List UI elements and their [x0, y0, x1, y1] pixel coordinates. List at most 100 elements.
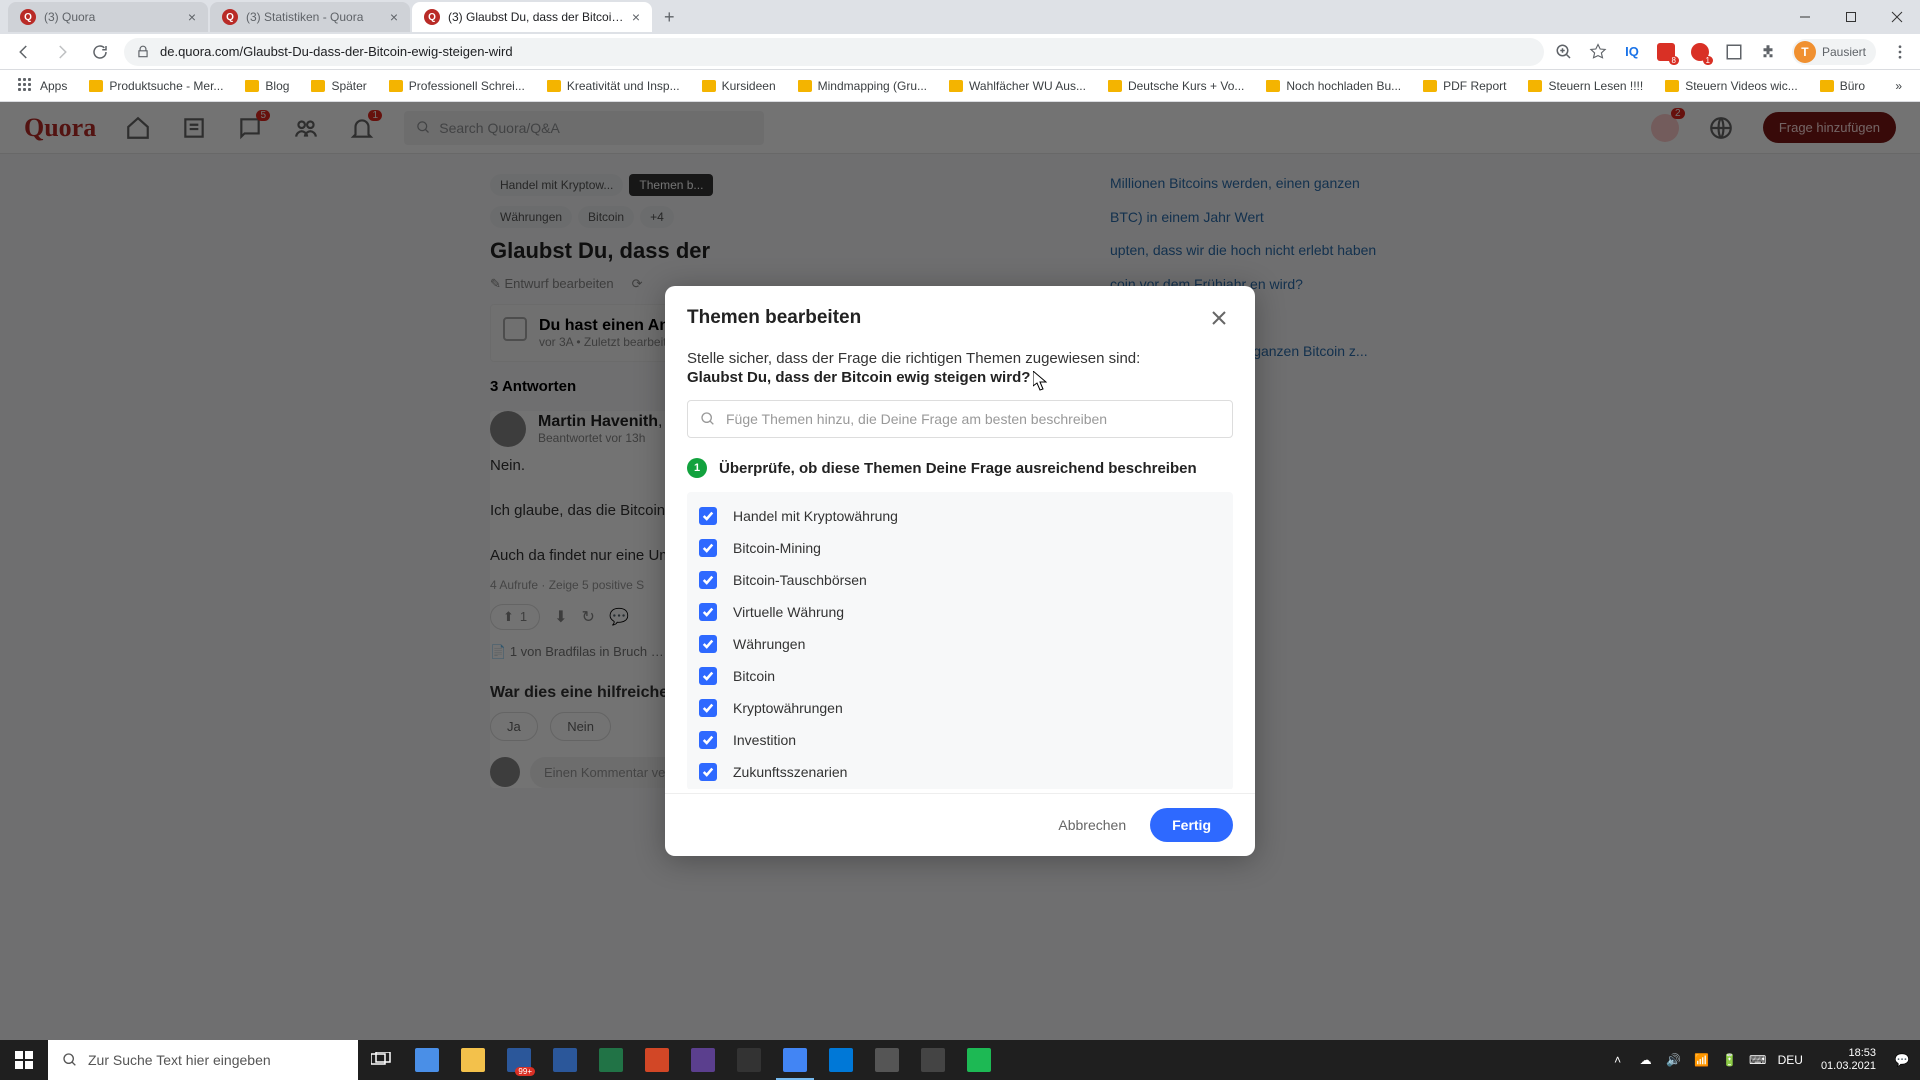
- start-button[interactable]: [0, 1040, 48, 1080]
- tab-title: (3) Quora: [44, 10, 180, 24]
- bookmark-item[interactable]: Büro: [1812, 75, 1873, 97]
- taskbar-app[interactable]: [680, 1040, 726, 1080]
- taskbar-app[interactable]: [588, 1040, 634, 1080]
- taskbar-app[interactable]: 99+: [496, 1040, 542, 1080]
- done-button[interactable]: Fertig: [1150, 808, 1233, 842]
- reload-button[interactable]: [86, 38, 114, 66]
- topic-row: Zukunftsszenarien: [699, 756, 1221, 788]
- tab-close-icon[interactable]: ×: [188, 9, 196, 25]
- keyboard-icon[interactable]: ⌨: [1750, 1052, 1766, 1068]
- browser-chrome: Q (3) Quora × Q (3) Statistiken - Quora …: [0, 0, 1920, 102]
- bookmark-item[interactable]: Wahlfächer WU Aus...: [941, 75, 1094, 97]
- new-tab-button[interactable]: +: [654, 7, 685, 28]
- maximize-button[interactable]: [1828, 2, 1874, 32]
- taskbar-app[interactable]: [956, 1040, 1002, 1080]
- extensions-menu-icon[interactable]: [1758, 42, 1778, 62]
- bookmark-item[interactable]: Kreativität und Insp...: [539, 75, 688, 97]
- topic-checkbox[interactable]: [699, 539, 717, 557]
- bookmark-item[interactable]: Kursideen: [694, 75, 784, 97]
- url-field[interactable]: de.quora.com/Glaubst-Du-dass-der-Bitcoin…: [124, 38, 1544, 66]
- topic-row: Währungen: [699, 628, 1221, 660]
- zoom-icon[interactable]: [1554, 42, 1574, 62]
- topic-search-input[interactable]: [726, 411, 1220, 427]
- extension-icon[interactable]: 1: [1690, 42, 1710, 62]
- volume-icon[interactable]: 🔊: [1666, 1052, 1682, 1068]
- bookmark-item[interactable]: Mindmapping (Gru...: [790, 75, 935, 97]
- taskbar-app[interactable]: [542, 1040, 588, 1080]
- taskbar-app[interactable]: [910, 1040, 956, 1080]
- menu-icon[interactable]: [1890, 42, 1910, 62]
- folder-icon: [1423, 80, 1437, 92]
- topic-checkbox[interactable]: [699, 731, 717, 749]
- taskbar-search[interactable]: Zur Suche Text hier eingeben: [48, 1040, 358, 1080]
- taskbar-app[interactable]: [772, 1040, 818, 1080]
- task-view-button[interactable]: [358, 1040, 404, 1080]
- app-icon: 99+: [507, 1048, 531, 1072]
- tray-chevron-icon[interactable]: ˄: [1610, 1052, 1626, 1068]
- bookmark-item[interactable]: Blog: [237, 75, 297, 97]
- back-button[interactable]: [10, 38, 38, 66]
- language-indicator[interactable]: DEU: [1778, 1053, 1803, 1067]
- minimize-button[interactable]: [1782, 2, 1828, 32]
- bookmark-item[interactable]: Produktsuche - Mer...: [81, 75, 231, 97]
- wifi-icon[interactable]: 📶: [1694, 1052, 1710, 1068]
- bookmark-item[interactable]: Später: [303, 75, 374, 97]
- extension-icon[interactable]: [1724, 42, 1744, 62]
- bookmark-item[interactable]: Professionell Schrei...: [381, 75, 533, 97]
- taskbar-app[interactable]: [818, 1040, 864, 1080]
- notifications-icon[interactable]: 💬: [1894, 1052, 1910, 1068]
- browser-tab-active[interactable]: Q (3) Glaubst Du, dass der Bitcoin e ×: [412, 2, 652, 32]
- browser-tab[interactable]: Q (3) Quora ×: [8, 2, 208, 32]
- bookmark-item[interactable]: Steuern Videos wic...: [1657, 75, 1806, 97]
- bookmark-item[interactable]: Deutsche Kurs + Vo...: [1100, 75, 1252, 97]
- search-icon: [62, 1052, 78, 1068]
- taskbar-app[interactable]: [404, 1040, 450, 1080]
- app-icon: [829, 1048, 853, 1072]
- window-controls: [1782, 0, 1920, 34]
- forward-button[interactable]: [48, 38, 76, 66]
- cancel-button[interactable]: Abbrechen: [1042, 809, 1142, 841]
- battery-icon[interactable]: 🔋: [1722, 1052, 1738, 1068]
- tab-close-icon[interactable]: ×: [390, 9, 398, 25]
- topic-checkbox[interactable]: [699, 507, 717, 525]
- topic-row: Bitcoin: [699, 660, 1221, 692]
- taskbar-app[interactable]: [864, 1040, 910, 1080]
- topic-checkbox[interactable]: [699, 667, 717, 685]
- extension-icon[interactable]: 8: [1656, 42, 1676, 62]
- close-window-button[interactable]: [1874, 2, 1920, 32]
- apps-button[interactable]: Apps: [10, 74, 75, 98]
- app-icon: [599, 1048, 623, 1072]
- modal-close-button[interactable]: [1205, 304, 1233, 332]
- tab-close-icon[interactable]: ×: [632, 9, 640, 25]
- app-icon: [645, 1048, 669, 1072]
- topic-checkbox[interactable]: [699, 571, 717, 589]
- url-text: de.quora.com/Glaubst-Du-dass-der-Bitcoin…: [160, 44, 513, 59]
- bookmark-star-icon[interactable]: [1588, 42, 1608, 62]
- topic-checkbox[interactable]: [699, 603, 717, 621]
- topic-checkbox[interactable]: [699, 635, 717, 653]
- taskbar-app[interactable]: [634, 1040, 680, 1080]
- extension-icon[interactable]: IQ: [1622, 42, 1642, 62]
- onedrive-icon[interactable]: ☁: [1638, 1052, 1654, 1068]
- modal-scroll-area[interactable]: Stelle sicher, dass der Frage die richti…: [687, 350, 1251, 789]
- topic-label: Investition: [733, 732, 796, 748]
- bookmark-item[interactable]: PDF Report: [1415, 75, 1514, 97]
- profile-chip[interactable]: T Pausiert: [1792, 39, 1876, 65]
- bookmarks-overflow[interactable]: »: [1887, 75, 1910, 97]
- topic-row: Virtuelle Währung: [699, 596, 1221, 628]
- taskbar-app[interactable]: [450, 1040, 496, 1080]
- browser-tab[interactable]: Q (3) Statistiken - Quora ×: [210, 2, 410, 32]
- folder-icon: [702, 80, 716, 92]
- topic-label: Bitcoin-Mining: [733, 540, 821, 556]
- bookmark-item[interactable]: Noch hochladen Bu...: [1258, 75, 1409, 97]
- topic-label: Zukunftsszenarien: [733, 764, 847, 780]
- bookmark-item[interactable]: Steuern Lesen !!!!: [1520, 75, 1651, 97]
- taskbar-app[interactable]: [726, 1040, 772, 1080]
- topic-checkbox[interactable]: [699, 699, 717, 717]
- topic-search[interactable]: [687, 400, 1233, 438]
- modal-title: Themen bearbeiten: [687, 307, 861, 329]
- clock[interactable]: 18:53 01.03.2021: [1815, 1047, 1882, 1073]
- topic-label: Virtuelle Währung: [733, 604, 844, 620]
- topic-checkbox[interactable]: [699, 763, 717, 781]
- topic-label: Kryptowährungen: [733, 700, 843, 716]
